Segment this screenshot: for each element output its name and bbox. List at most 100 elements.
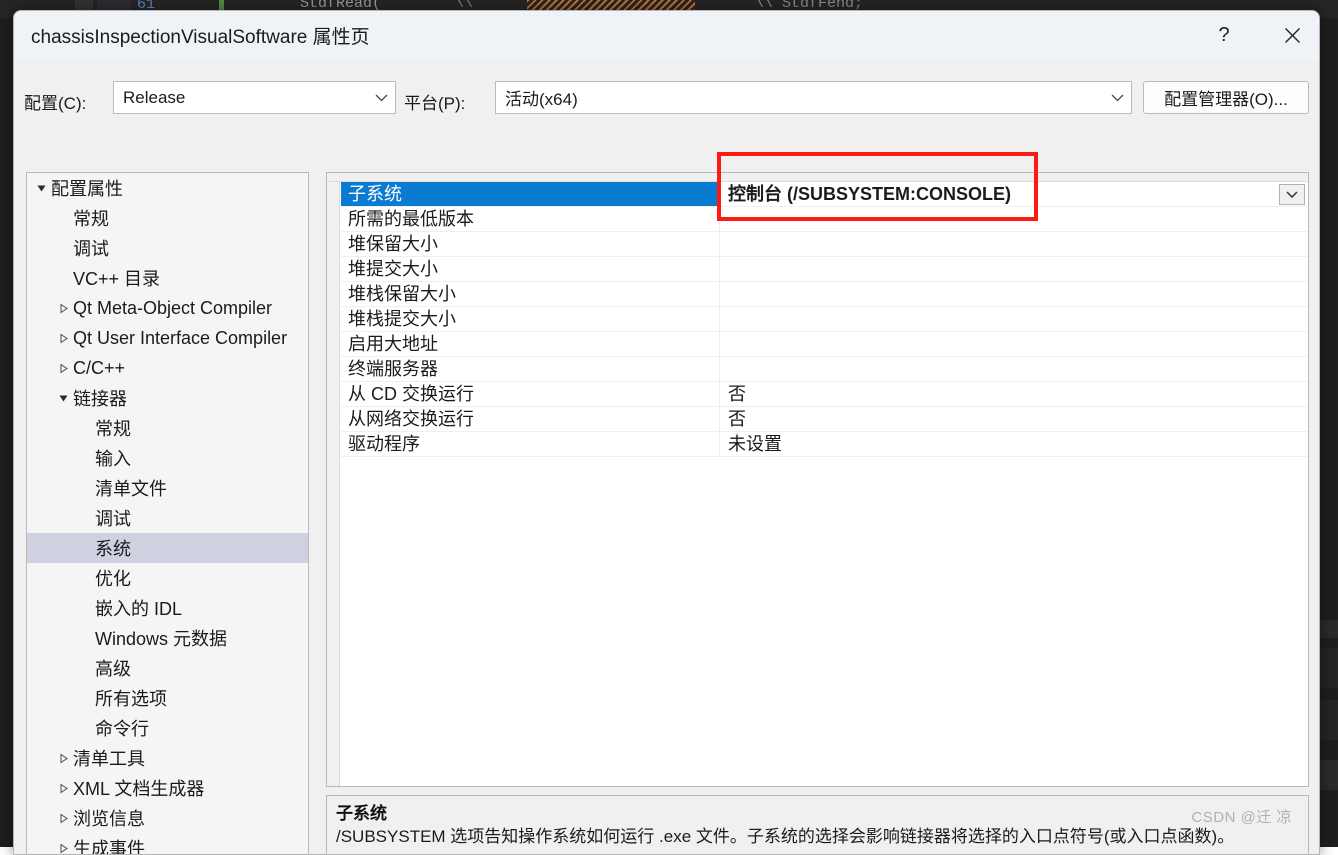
property-value: 控制台 (/SUBSYSTEM:CONSOLE) <box>720 182 1308 206</box>
property-value: 未设置 <box>720 432 1308 456</box>
tree-item[interactable]: 调试 <box>27 233 308 263</box>
tree-item-label: 常规 <box>71 205 109 231</box>
dialog-title: chassisInspectionVisualSoftware 属性页 <box>31 22 370 49</box>
tree-item-label: 输入 <box>93 445 131 471</box>
property-value: 否 <box>720 407 1308 431</box>
property-row[interactable]: 堆提交大小 <box>341 257 1308 282</box>
dialog-titlebar: chassisInspectionVisualSoftware 属性页 ? <box>14 11 1319 60</box>
tree-item[interactable]: 生成事件 <box>27 833 308 855</box>
platform-select[interactable]: 活动(x64) <box>495 81 1132 114</box>
tree-item-label: XML 文档生成器 <box>71 775 204 801</box>
tree-item[interactable]: 优化 <box>27 563 308 593</box>
property-row[interactable]: 子系统控制台 (/SUBSYSTEM:CONSOLE) <box>341 182 1308 207</box>
property-name: 启用大地址 <box>341 332 720 356</box>
property-row[interactable]: 启用大地址 <box>341 332 1308 357</box>
property-value <box>720 357 1308 381</box>
property-description-text: /SUBSYSTEM 选项告知操作系统如何运行 .exe 文件。子系统的选择会影… <box>336 825 1299 849</box>
tree-item-label: 清单文件 <box>93 475 167 501</box>
tree-item-label: 清单工具 <box>71 745 145 771</box>
tree-item[interactable]: 常规 <box>27 413 308 443</box>
tree-item[interactable]: 嵌入的 IDL <box>27 593 308 623</box>
tree-item-label: 系统 <box>93 535 131 561</box>
tree-item[interactable]: 链接器 <box>27 383 308 413</box>
tree-item-label: C/C++ <box>71 358 125 379</box>
property-grid-left-strip <box>327 182 340 786</box>
tree-item[interactable]: Windows 元数据 <box>27 623 308 653</box>
property-row[interactable]: 从 CD 交换运行否 <box>341 382 1308 407</box>
tree-item[interactable]: Qt User Interface Compiler <box>27 323 308 353</box>
property-row[interactable]: 堆栈保留大小 <box>341 282 1308 307</box>
tree-item[interactable]: 所有选项 <box>27 683 308 713</box>
tree-item[interactable]: 浏览信息 <box>27 803 308 833</box>
property-row[interactable]: 堆保留大小 <box>341 232 1308 257</box>
tree-item-label: 常规 <box>93 415 131 441</box>
property-description-panel: 子系统 /SUBSYSTEM 选项告知操作系统如何运行 .exe 文件。子系统的… <box>326 795 1309 855</box>
triangle-right-icon[interactable] <box>55 333 71 344</box>
tree-item[interactable]: 命令行 <box>27 713 308 743</box>
tree-item[interactable]: 调试 <box>27 503 308 533</box>
tree-item[interactable]: 系统 <box>27 533 308 563</box>
tree-item[interactable]: VC++ 目录 <box>27 263 308 293</box>
close-icon[interactable] <box>1269 11 1315 60</box>
property-grid-top-strip <box>327 173 1308 182</box>
property-row[interactable]: 驱动程序未设置 <box>341 432 1308 457</box>
tree-item-label: 嵌入的 IDL <box>93 595 182 621</box>
triangle-right-icon[interactable] <box>55 363 71 374</box>
configuration-tree[interactable]: 配置属性常规调试VC++ 目录Qt Meta-Object CompilerQt… <box>26 172 309 855</box>
triangle-right-icon[interactable] <box>55 783 71 794</box>
property-value <box>720 207 1308 231</box>
tree-item-label: 浏览信息 <box>71 805 145 831</box>
triangle-down-icon[interactable] <box>33 183 49 194</box>
tree-item[interactable]: C/C++ <box>27 353 308 383</box>
property-grid[interactable]: 子系统控制台 (/SUBSYSTEM:CONSOLE)所需的最低版本堆保留大小堆… <box>326 172 1309 787</box>
help-glyph: ? <box>1218 24 1229 47</box>
help-icon[interactable]: ? <box>1201 11 1247 60</box>
chevron-down-icon[interactable] <box>1279 184 1305 205</box>
property-value <box>720 257 1308 281</box>
property-name: 堆提交大小 <box>341 257 720 281</box>
property-row[interactable]: 堆栈提交大小 <box>341 307 1308 332</box>
property-name: 堆栈提交大小 <box>341 307 720 331</box>
property-name: 从 CD 交换运行 <box>341 382 720 406</box>
chevron-down-icon <box>1103 82 1131 113</box>
tree-item-label: 高级 <box>93 655 131 681</box>
triangle-right-icon[interactable] <box>55 303 71 314</box>
triangle-right-icon[interactable] <box>55 813 71 824</box>
tree-item-label: Windows 元数据 <box>93 625 227 651</box>
tree-item-label: 生成事件 <box>71 835 145 855</box>
platform-value: 活动(x64) <box>496 85 1103 110</box>
property-value <box>720 282 1308 306</box>
tree-item-label: 所有选项 <box>93 685 167 711</box>
property-row[interactable]: 终端服务器 <box>341 357 1308 382</box>
property-name: 所需的最低版本 <box>341 207 720 231</box>
property-value-editor[interactable]: 控制台 (/SUBSYSTEM:CONSOLE) <box>720 182 1308 206</box>
property-name: 驱动程序 <box>341 432 720 456</box>
configuration-manager-button[interactable]: 配置管理器(O)... <box>1143 81 1309 114</box>
tree-item-label: 调试 <box>71 235 109 261</box>
configuration-select[interactable]: Release <box>113 81 396 114</box>
property-row[interactable]: 所需的最低版本 <box>341 207 1308 232</box>
property-row[interactable]: 从网络交换运行否 <box>341 407 1308 432</box>
tree-item[interactable]: 高级 <box>27 653 308 683</box>
tree-item[interactable]: 配置属性 <box>27 173 308 203</box>
tree-item-label: VC++ 目录 <box>71 265 160 291</box>
property-name: 堆栈保留大小 <box>341 282 720 306</box>
tree-item[interactable]: 清单文件 <box>27 473 308 503</box>
tree-item[interactable]: Qt Meta-Object Compiler <box>27 293 308 323</box>
property-name: 终端服务器 <box>341 357 720 381</box>
property-value <box>720 232 1308 256</box>
tree-item[interactable]: XML 文档生成器 <box>27 773 308 803</box>
tree-item[interactable]: 输入 <box>27 443 308 473</box>
triangle-right-icon[interactable] <box>55 843 71 854</box>
tree-item-label: 配置属性 <box>49 175 123 201</box>
tree-item[interactable]: 清单工具 <box>27 743 308 773</box>
tree-item-label: 命令行 <box>93 715 149 741</box>
triangle-right-icon[interactable] <box>55 753 71 764</box>
property-value <box>720 332 1308 356</box>
tree-item[interactable]: 常规 <box>27 203 308 233</box>
editor-error-squiggle <box>527 0 695 10</box>
property-description-title: 子系统 <box>336 803 1299 825</box>
triangle-down-icon[interactable] <box>55 393 71 404</box>
platform-label: 平台(P): <box>404 89 465 114</box>
property-value <box>720 307 1308 331</box>
